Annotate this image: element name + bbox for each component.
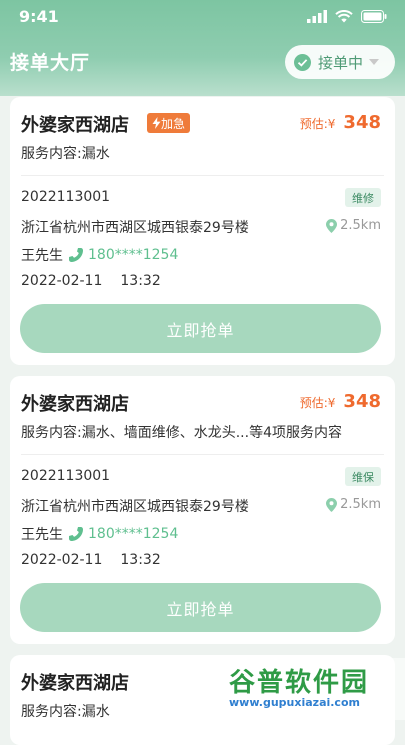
shop-name: 外婆家西湖店 (21, 673, 129, 694)
shop-name: 外婆家西湖店 (21, 394, 129, 415)
shop-name: 外婆家西湖店 (21, 115, 129, 136)
estimated-price: 预估:¥ 348 (299, 391, 381, 412)
order-type-tag: 维保 (345, 467, 381, 486)
location-pin-icon (326, 497, 338, 512)
grab-order-button[interactable]: 立即抢单 (20, 583, 381, 632)
distance: 2.5km (326, 218, 381, 233)
phone-icon (69, 248, 83, 262)
order-number: 2022113001 (21, 468, 111, 484)
order-time: 2022-02-11 13:32 (21, 552, 161, 568)
check-circle-icon (294, 53, 311, 71)
accepting-orders-toggle[interactable]: 接单中 (285, 45, 395, 79)
grab-order-button[interactable]: 立即抢单 (20, 304, 381, 353)
service-content: 服务内容:漏水 (21, 704, 110, 720)
status-icons (307, 10, 387, 23)
service-content: 服务内容:漏水 (21, 146, 110, 162)
status-time: 9:41 (19, 7, 59, 26)
contact: 王先生 180****1254 (21, 524, 178, 544)
contact: 王先生 180****1254 (21, 245, 178, 265)
divider (21, 454, 384, 455)
contact-name: 王先生 (21, 248, 63, 264)
header: 9:41 接单大厅 接单中 (0, 0, 405, 96)
status-bar: 9:41 (0, 0, 405, 34)
phone-icon (69, 527, 83, 541)
wifi-icon (335, 10, 353, 23)
order-card[interactable]: 外婆家西湖店 预估:¥ 348 服务内容:漏水、墙面维修、水龙头...等4项服务… (10, 376, 395, 644)
order-card[interactable]: 外婆家西湖店 加急 预估:¥ 348 服务内容:漏水 2022113001 维修… (10, 97, 395, 365)
phone-link[interactable]: 180****1254 (68, 526, 178, 542)
watermark-url: www.gupuxiazai.com (229, 696, 360, 709)
page-title: 接单大厅 (10, 52, 91, 74)
lightning-icon (152, 117, 161, 129)
address: 浙江省杭州市西湖区城西银泰29号楼 (21, 220, 249, 236)
contact-name: 王先生 (21, 527, 63, 543)
order-time: 2022-02-11 13:32 (21, 273, 161, 289)
caret-down-icon (369, 58, 380, 65)
phone-link[interactable]: 180****1254 (68, 247, 178, 263)
distance: 2.5km (326, 497, 381, 512)
battery-icon (361, 10, 387, 23)
watermark-title: 谷普软件园 (229, 668, 370, 698)
address: 浙江省杭州市西湖区城西银泰29号楼 (21, 499, 249, 515)
order-type-tag: 维修 (345, 188, 381, 207)
divider (21, 175, 384, 176)
signal-icon (307, 10, 327, 23)
location-pin-icon (326, 218, 338, 233)
service-content: 服务内容:漏水、墙面维修、水龙头...等4项服务内容 (21, 425, 342, 441)
order-number: 2022113001 (21, 189, 111, 205)
estimated-price: 预估:¥ 348 (299, 112, 381, 133)
toggle-label: 接单中 (318, 53, 364, 72)
watermark-logo: 谷普软件园 www.gupuxiazai.com (223, 658, 405, 720)
urgent-badge: 加急 (147, 113, 191, 133)
